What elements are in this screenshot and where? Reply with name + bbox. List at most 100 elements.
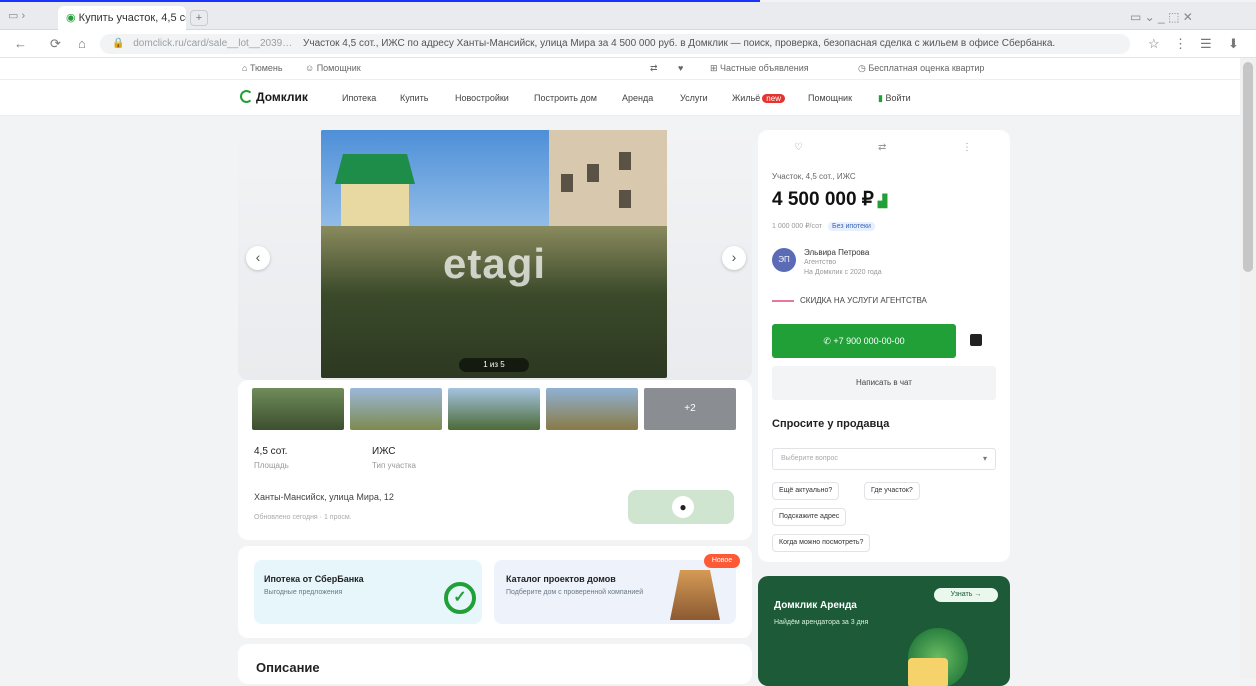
promo-dash	[772, 299, 794, 302]
bookmark-item[interactable]: ◷ Бесплатная оценка квартир	[858, 63, 984, 74]
spec-area: 4,5 сот. Площадь	[254, 446, 289, 470]
chat-square-icon[interactable]	[970, 334, 982, 346]
site-logo[interactable]: Домклик	[240, 90, 308, 104]
nav-item[interactable]: Построить дом	[534, 93, 597, 103]
description-title: Описание	[256, 660, 320, 675]
gallery-thumbnail[interactable]	[350, 388, 442, 430]
promo-mortgage[interactable]: Ипотека от СберБанка Выгодные предложени…	[254, 560, 482, 624]
arenda-title: Домклик Аренда	[774, 600, 857, 611]
login-link[interactable]: ▮ Войти	[878, 93, 911, 104]
bookmarks-bar: ⌂ Тюмень ☺ Помощник ⇄ ♥ ⊞ Частные объявл…	[0, 58, 1240, 80]
arenda-button[interactable]: Узнать →	[934, 588, 998, 602]
browser-tab[interactable]: ◉ Купить участок, 4,5 сот…	[58, 6, 186, 30]
back-icon[interactable]: ←	[14, 36, 27, 51]
arenda-subtitle: Найдём арендатора за 3 дня	[774, 619, 869, 626]
gallery-thumbnail[interactable]	[546, 388, 638, 430]
question-chip[interactable]: Где участок?	[864, 482, 920, 500]
map-pin-icon: ●	[672, 496, 694, 518]
spec-value: ИЖС	[372, 446, 396, 457]
listing-type: Участок, 4,5 сот., ИЖС	[772, 172, 856, 181]
promo-text: СКИДКА НА УСЛУГИ АГЕНТСТВА	[800, 296, 927, 305]
map-preview[interactable]: ●	[628, 490, 734, 524]
photo-window	[619, 152, 631, 170]
arenda-banner[interactable]: Домклик Аренда Найдём арендатора за 3 дн…	[758, 576, 1010, 686]
compare-icon[interactable]: ⇄	[650, 63, 658, 74]
photo-window	[561, 174, 573, 192]
question-chip[interactable]: Когда можно посмотреть?	[772, 534, 871, 552]
home-icon[interactable]: ⌂	[78, 36, 86, 51]
write-chat-button[interactable]: Написать в чат	[772, 366, 996, 400]
nav-item[interactable]: Помощник	[808, 93, 852, 103]
nav-item[interactable]: Купить	[400, 93, 428, 103]
gallery-thumbnail[interactable]	[252, 388, 344, 430]
question-chip[interactable]: Ещё актуально?	[772, 482, 840, 500]
scrollbar-thumb[interactable]	[1243, 62, 1253, 272]
nav-item[interactable]: Ипотека	[342, 93, 376, 103]
checkmark-icon: ✓	[444, 582, 476, 614]
photo-window	[587, 164, 599, 182]
nav-item[interactable]: Услуги	[680, 93, 708, 103]
listing-meta: Обновлено сегодня · 1 просм.	[254, 514, 352, 521]
spec-type: ИЖС Тип участка	[372, 446, 416, 470]
browser-menu-icon[interactable]: ⋮	[1174, 36, 1187, 52]
listing-address[interactable]: Ханты-Мансийск, улица Мира, 12	[254, 492, 394, 502]
new-tag: Новое	[704, 554, 740, 568]
listing-info-card: +2 4,5 сот. Площадь ИЖС Тип участка Хант…	[238, 380, 752, 540]
photo-watermark: etagi	[443, 240, 547, 287]
price-card: ♡ ⇄ ⋮ Участок, 4,5 сот., ИЖС 4 500 000 ₽…	[758, 130, 1010, 562]
nav-item[interactable]: Аренда	[622, 93, 653, 103]
bookmark-item[interactable]: ☺ Помощник	[305, 63, 361, 73]
photo-window	[619, 190, 631, 208]
promo-title: Каталог проектов домов	[506, 574, 616, 584]
call-button[interactable]: ✆ +7 900 000-00-00	[772, 324, 956, 358]
more-icon[interactable]: ⋮	[962, 142, 972, 153]
photo-house	[335, 154, 415, 256]
gallery-next-button[interactable]: ›	[722, 246, 746, 270]
lock-icon: 🔒	[112, 38, 125, 49]
address-bar-row: ← ⟳ ⌂ 🔒 domclick.ru/card/sale__lot__2039…	[0, 30, 1256, 58]
gallery-thumbnail[interactable]	[448, 388, 540, 430]
window-controls[interactable]: ▭ ⌄ _ ⬚ ✕	[1130, 10, 1193, 24]
bookmark-item[interactable]: ⊞ Частные объявления	[710, 63, 809, 74]
question-chip[interactable]: Подскажите адрес	[772, 508, 847, 526]
nav-item[interactable]: Жильё new	[732, 93, 785, 103]
promo-subtitle: Выгодные предложения	[264, 589, 343, 596]
url-host: domclick.ru/card/sale__lot__2039…	[133, 38, 293, 49]
sidebar-icon[interactable]: ☰	[1200, 36, 1212, 52]
favorite-icon[interactable]: ♡	[794, 142, 803, 153]
gallery-prev-button[interactable]: ‹	[246, 246, 270, 270]
favorite-icon[interactable]: ♥	[678, 63, 683, 73]
price-value: 4 500 000 ₽	[772, 189, 874, 210]
promo-card: Ипотека от СберБанка Выгодные предложени…	[238, 546, 752, 638]
question-select[interactable]: Выберите вопрос ▾	[772, 448, 996, 470]
logo-text: Домклик	[256, 90, 308, 104]
nav-item-label: Жильё	[732, 93, 761, 103]
download-icon[interactable]: ⬇	[1228, 36, 1239, 52]
listing-photo[interactable]: etagi 1 из 5	[321, 130, 667, 378]
site-favicon-icon: ◉	[66, 12, 76, 24]
agent-avatar[interactable]: ЭП	[772, 248, 796, 272]
chevron-down-icon: ▾	[982, 454, 987, 463]
bookmark-label: Частные объявления	[720, 63, 809, 73]
promo-house-catalog[interactable]: Каталог проектов домов Подберите дом с п…	[494, 560, 736, 624]
bookmark-item[interactable]: ⌂ Тюмень	[242, 63, 283, 73]
reload-icon[interactable]: ⟳	[50, 36, 61, 52]
photo-roof	[335, 154, 415, 184]
url-field[interactable]: 🔒 domclick.ru/card/sale__lot__2039… Учас…	[100, 34, 1130, 54]
select-placeholder: Выберите вопрос	[781, 455, 838, 462]
agent-since: На Домклик с 2020 года	[804, 269, 882, 276]
spec-label: Площадь	[254, 461, 289, 470]
bookmark-star-icon[interactable]: ☆	[1148, 36, 1160, 52]
bookmark-label: Помощник	[316, 63, 361, 73]
nav-item[interactable]: Новостройки	[455, 93, 509, 103]
spec-value: 4,5 сот.	[254, 446, 288, 457]
agent-info[interactable]: Эльвира Петрова Агентство На Домклик с 2…	[804, 248, 882, 278]
logo-ring-icon	[240, 90, 253, 103]
photo-counter: 1 из 5	[459, 358, 529, 372]
new-tab-button[interactable]: +	[190, 10, 208, 26]
compare-icon[interactable]: ⇄	[878, 142, 886, 153]
price-chart-icon[interactable]: ▟	[878, 194, 887, 208]
promo-subtitle: Подберите дом с проверенной компанией	[506, 589, 644, 596]
window-menu-icon[interactable]: ▭ ›	[8, 9, 25, 22]
gallery-more-thumbnail[interactable]: +2	[644, 388, 736, 430]
